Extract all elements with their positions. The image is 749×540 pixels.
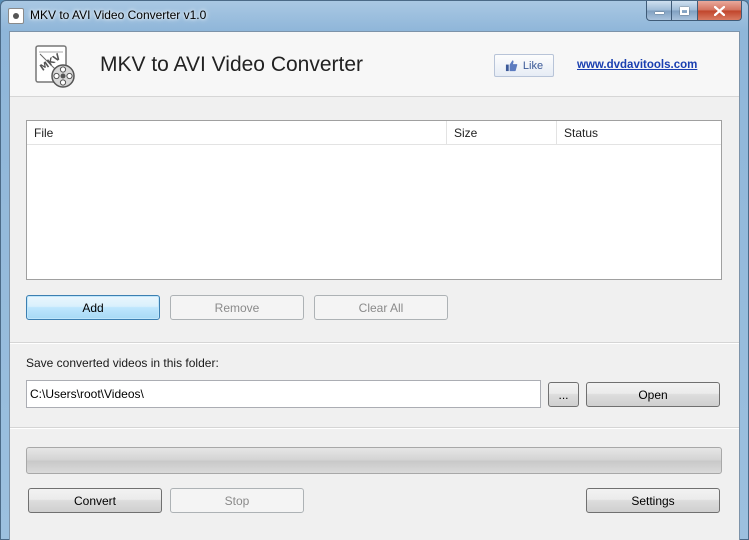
- window-title: MKV to AVI Video Converter v1.0: [30, 8, 207, 22]
- open-folder-button[interactable]: Open: [586, 382, 720, 407]
- browse-button[interactable]: ...: [548, 382, 579, 407]
- like-label: Like: [522, 59, 544, 72]
- column-size[interactable]: Size: [447, 121, 557, 145]
- remove-button[interactable]: Remove: [170, 295, 304, 320]
- column-file[interactable]: File: [27, 121, 447, 145]
- clear-all-button[interactable]: Clear All: [314, 295, 448, 320]
- app-window: MKV to AVI Video Converter v1.0 MKV MKV …: [0, 0, 749, 540]
- close-icon: [714, 5, 725, 16]
- header-banner: MKV MKV to AVI Video Converter Like www.…: [10, 32, 739, 97]
- settings-button[interactable]: Settings: [586, 488, 720, 513]
- maximize-button[interactable]: [672, 1, 698, 21]
- column-status[interactable]: Status: [557, 121, 721, 145]
- app-icon[interactable]: [8, 8, 24, 24]
- website-link[interactable]: www.dvdavitools.com: [577, 59, 697, 71]
- app-title: MKV to AVI Video Converter: [100, 53, 364, 76]
- stop-button[interactable]: Stop: [170, 488, 304, 513]
- minimize-button[interactable]: [646, 1, 672, 21]
- film-reel-logo-icon: MKV: [35, 45, 75, 88]
- caption-buttons: [646, 1, 742, 21]
- close-button[interactable]: [698, 1, 742, 21]
- convert-button[interactable]: Convert: [28, 488, 162, 513]
- add-button[interactable]: Add: [26, 295, 160, 320]
- output-folder-input[interactable]: [26, 380, 541, 408]
- thumbs-up-icon: [505, 60, 518, 72]
- minimize-icon: [654, 12, 664, 14]
- like-button[interactable]: Like: [494, 54, 554, 77]
- client-area: MKV MKV to AVI Video Converter Like www.…: [9, 31, 740, 540]
- divider: [10, 342, 739, 344]
- output-folder-label: Save converted videos in this folder:: [26, 356, 219, 370]
- file-list-header: File Size Status: [27, 121, 721, 145]
- file-list[interactable]: File Size Status: [26, 120, 722, 280]
- progress-bar: [26, 447, 722, 474]
- maximize-icon: [680, 6, 689, 15]
- divider: [10, 427, 739, 429]
- title-bar[interactable]: MKV to AVI Video Converter v1.0: [1, 1, 748, 31]
